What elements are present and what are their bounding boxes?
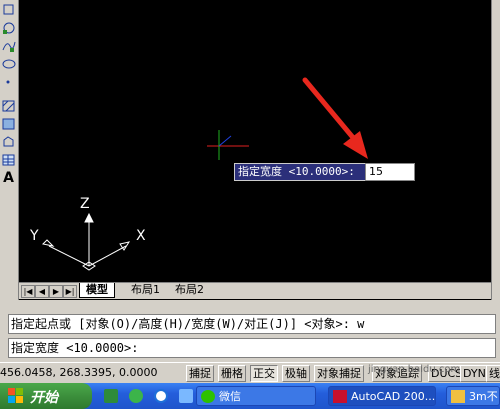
ucs-icon [41,212,131,271]
start-label: 开始 [30,390,58,406]
lineweight-toggle[interactable]: 线 [486,365,500,382]
polygon-tool-icon[interactable] [1,2,16,18]
gradient-tool-icon[interactable] [1,116,16,132]
dyn-toggle[interactable]: DYN [460,365,489,382]
task-autocad[interactable]: AutoCAD 200... [328,386,436,406]
task-other[interactable]: 3m不 [446,386,500,406]
drawing-canvas[interactable]: Z Y X [19,0,491,282]
windows-logo-icon [8,388,23,403]
table-tool-icon[interactable] [1,152,16,168]
app-icon [451,390,465,403]
dynamic-input-field[interactable]: 15 [365,163,415,181]
command-window: 指定起点或 [对象(O)/高度(H)/宽度(W)/对正(J)] <对象>: w … [0,300,500,362]
next-tab-button[interactable]: ▶ [49,285,63,298]
start-button[interactable]: 开始 [0,383,92,409]
watermark: jingyan.baidu.com [368,364,461,375]
browser-shortcut-icon[interactable] [129,389,144,403]
tab-layout1[interactable]: 布局1 [125,283,166,297]
ucs-x-label: X [136,228,146,244]
ucs-z-label: Z [80,196,90,212]
vertical-scrollbar[interactable] [491,0,500,300]
command-history: 指定起点或 [对象(O)/高度(H)/宽度(W)/对正(J)] <对象>: w [8,314,496,334]
command-input[interactable]: 指定宽度 <10.0000>: [8,338,496,358]
prev-tab-button[interactable]: ◀ [35,285,49,298]
crosshair-cursor-icon [207,130,249,160]
task-other-label: 3m不 [469,390,498,403]
ortho-toggle[interactable]: 正交 [250,365,278,382]
mtext-tool-icon[interactable]: A [1,170,16,186]
region-tool-icon[interactable] [1,134,16,150]
spline-tool-icon[interactable] [1,38,16,54]
coordinate-readout: 456.0458, 268.3395, 0.0000 [0,366,158,379]
layout-tab-bar: |◀ ◀ ▶ ▶| 模型 布局1 布局2 [19,282,491,299]
draw-toolbar: A [0,0,19,300]
ucs-y-label: Y [30,228,39,244]
osnap-toggle[interactable]: 对象捕捉 [314,365,364,382]
taskbar: 开始 微信 AutoCAD 200... 3m不 [0,383,500,409]
browser2-shortcut-icon[interactable] [154,389,169,403]
hatch-tool-icon[interactable] [1,98,16,114]
app-shortcut-icon[interactable] [104,389,118,403]
quicklaunch-icons [104,388,194,407]
polar-toggle[interactable]: 极轴 [282,365,310,382]
tab-model[interactable]: 模型 [79,283,115,298]
desktop-shortcut-icon[interactable] [179,389,194,403]
point-tool-icon[interactable] [1,74,16,90]
task-wechat[interactable]: 微信 [196,386,316,406]
grid-toggle[interactable]: 栅格 [218,365,246,382]
wechat-icon [201,390,215,403]
snap-toggle[interactable]: 捕捉 [186,365,214,382]
last-tab-button[interactable]: ▶| [63,285,77,298]
task-wechat-label: 微信 [219,390,241,403]
tab-layout2[interactable]: 布局2 [169,283,210,297]
task-autocad-label: AutoCAD 200... [351,390,436,403]
autocad-icon [333,390,347,403]
annotation-arrow-icon [302,77,368,159]
first-tab-button[interactable]: |◀ [21,285,35,298]
dynamic-input-prompt: 指定宽度 <10.0000>: [234,163,366,181]
revcloud-tool-icon[interactable] [1,20,16,36]
ellipse-tool-icon[interactable] [1,56,16,72]
